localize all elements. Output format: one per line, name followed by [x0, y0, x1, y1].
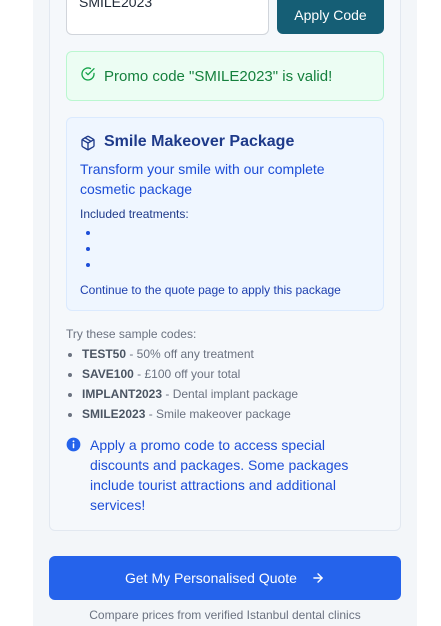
treatment-list	[80, 225, 100, 273]
compare-note: Compare prices from verified Istanbul de…	[89, 608, 361, 622]
apply-code-label: Apply Code	[294, 7, 367, 23]
package-continue-note: Continue to the quote page to apply this…	[80, 283, 341, 297]
included-treatments-label: Included treatments:	[80, 207, 189, 221]
sample-code-desc: - Dental implant package	[162, 387, 299, 401]
check-circle-icon	[81, 67, 95, 81]
package-box-icon	[81, 135, 95, 151]
sample-codes-heading: Try these sample codes:	[66, 327, 197, 341]
info-circle-icon	[66, 437, 81, 452]
get-quote-label: Get My Personalised Quote	[125, 570, 297, 586]
promo-code-value: SMILE2023	[79, 0, 153, 10]
sample-code-desc: - £100 off your total	[133, 367, 241, 381]
sample-code-item: IMPLANT2023 - Dental implant package	[82, 386, 298, 406]
sample-codes-list: TEST50 - 50% off any treatment SAVE100 -…	[66, 346, 298, 426]
promo-code-input[interactable]: SMILE2023	[66, 0, 269, 35]
sample-code: TEST50	[82, 347, 127, 361]
sample-code-item: TEST50 - 50% off any treatment	[82, 346, 298, 366]
promo-valid-message: Promo code "SMILE2023" is valid!	[104, 68, 333, 85]
package-description: Transform your smile with our complete c…	[80, 161, 325, 197]
arrow-right-icon	[313, 573, 323, 583]
sample-code-item: SAVE100 - £100 off your total	[82, 366, 298, 386]
package-details: Smile Makeover Package Transform your sm…	[66, 117, 384, 311]
sample-code-desc: - Smile makeover package	[145, 407, 291, 421]
info-message: Apply a promo code to access special dis…	[90, 437, 349, 513]
package-title: Smile Makeover Package	[104, 133, 295, 150]
sample-code: SMILE2023	[82, 407, 146, 421]
promo-valid-alert: Promo code "SMILE2023" is valid!	[66, 51, 384, 101]
get-quote-button[interactable]: Get My Personalised Quote	[49, 556, 401, 600]
sample-code-item: SMILE2023 - Smile makeover package	[82, 406, 298, 426]
apply-code-button[interactable]: Apply Code	[277, 0, 384, 34]
sample-code-desc: - 50% off any treatment	[126, 347, 254, 361]
sample-code: IMPLANT2023	[82, 387, 163, 401]
sample-code: SAVE100	[82, 367, 134, 381]
